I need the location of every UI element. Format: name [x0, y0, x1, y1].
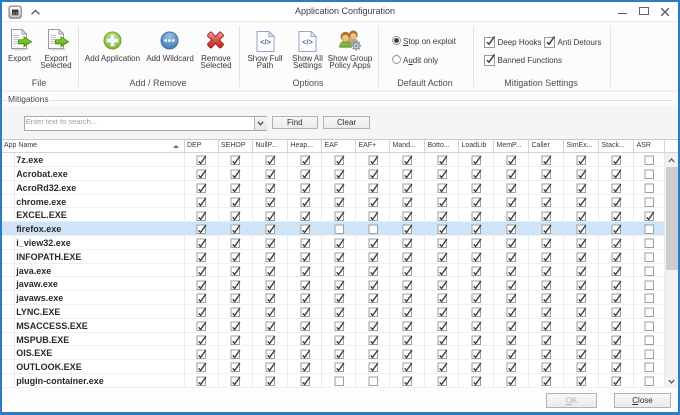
svg-text:</>: </>: [260, 37, 271, 46]
svg-text:</>: </>: [302, 37, 313, 46]
